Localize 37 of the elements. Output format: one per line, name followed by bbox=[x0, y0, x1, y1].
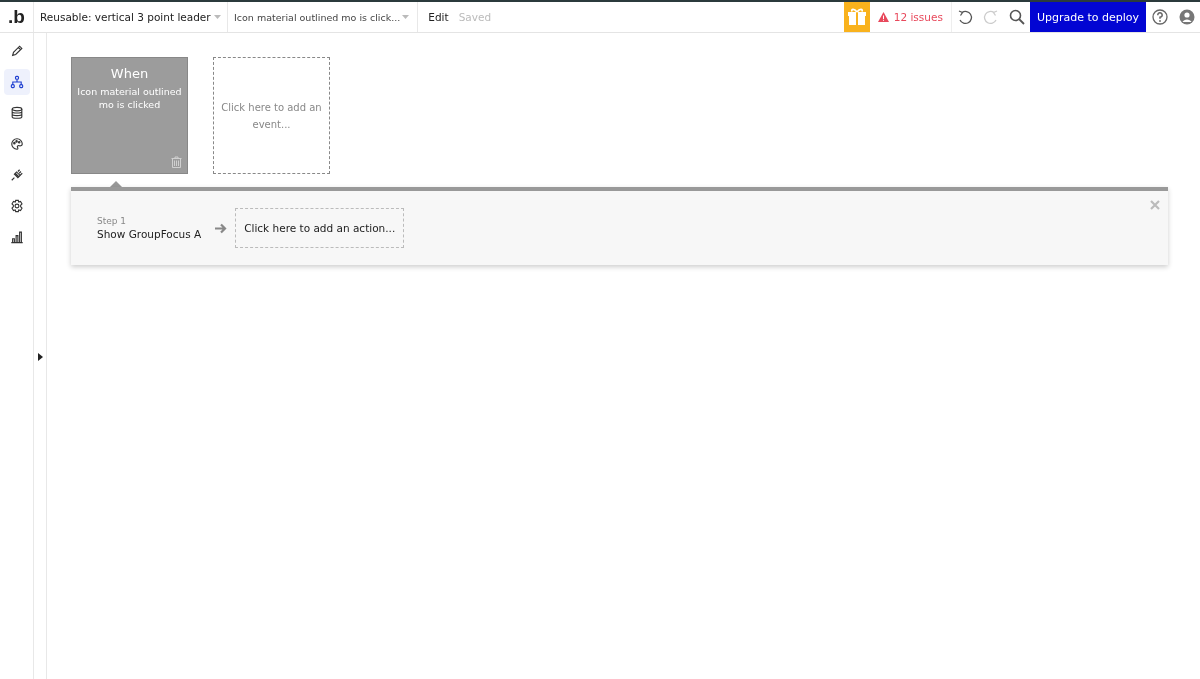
event-description: Icon material outlined mo is clicked bbox=[76, 85, 183, 111]
add-action-box[interactable]: Click here to add an action... bbox=[235, 208, 405, 248]
event-title: When bbox=[110, 66, 149, 81]
issues-count: 12 issues bbox=[893, 11, 943, 23]
step-action[interactable]: Show GroupFocus A bbox=[97, 228, 202, 240]
gift-icon bbox=[846, 8, 867, 26]
user-icon bbox=[1178, 9, 1195, 25]
arrow-right-icon bbox=[215, 222, 228, 234]
issues-button[interactable]: 12 issues bbox=[869, 2, 952, 32]
search-icon bbox=[1008, 9, 1025, 25]
sidebar-tab[interactable] bbox=[3, 69, 30, 95]
upgrade-button[interactable]: Upgrade to deploy bbox=[1029, 2, 1146, 32]
palette-icon bbox=[9, 137, 24, 151]
settings-icon bbox=[9, 199, 24, 213]
plug-icon bbox=[9, 168, 24, 182]
redo-icon bbox=[982, 9, 999, 25]
dropdown-label: Reusable: vertical 3 point leader bbox=[40, 11, 211, 23]
step-number: Step 1 bbox=[97, 216, 128, 226]
save-status: Saved bbox=[458, 10, 492, 25]
undo-icon bbox=[956, 9, 973, 25]
event-dropdown[interactable]: Icon material outlined mo is click... bbox=[228, 2, 419, 32]
expand-triangle-icon[interactable] bbox=[37, 353, 43, 361]
page-dropdown[interactable]: Reusable: vertical 3 point leader bbox=[34, 2, 228, 32]
warning-icon bbox=[877, 12, 889, 22]
dropdown-label: Icon material outlined mo is click... bbox=[234, 11, 401, 23]
edit-button[interactable]: Edit bbox=[418, 2, 459, 32]
add-action-label: Click here to add an action... bbox=[244, 222, 396, 234]
add-event-label: Click here to add an event... bbox=[220, 100, 323, 132]
database-icon bbox=[9, 106, 24, 120]
caret-icon bbox=[214, 15, 221, 19]
pencil-icon bbox=[9, 44, 24, 58]
logo[interactable]: .b bbox=[0, 2, 34, 32]
add-event-box[interactable]: Click here to add an event... bbox=[213, 57, 330, 174]
bar-chart-icon bbox=[9, 230, 24, 244]
help-icon bbox=[1151, 9, 1168, 25]
caret-icon bbox=[402, 15, 410, 19]
hierarchy-icon bbox=[9, 75, 24, 89]
